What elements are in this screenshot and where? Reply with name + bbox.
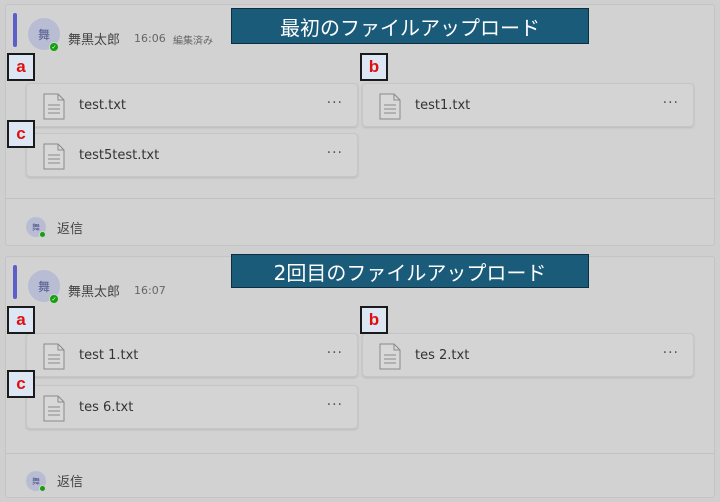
file-attachment[interactable]: test5test.txt ··· [26, 133, 358, 177]
file-icon [43, 93, 65, 120]
presence-available-icon: ✓ [49, 42, 59, 52]
file-attachment[interactable]: tes 6.txt ··· [26, 385, 358, 429]
annotation-marker-a: a [7, 306, 35, 334]
file-icon [379, 93, 401, 120]
file-name: test 1.txt [79, 348, 139, 363]
more-options-icon[interactable]: ··· [663, 95, 679, 111]
unread-accent-bar [13, 13, 17, 47]
more-options-icon[interactable]: ··· [327, 145, 343, 161]
annotation-banner-second-upload: 2回目のファイルアップロード [231, 254, 589, 288]
file-attachment[interactable]: tes 2.txt ··· [362, 333, 694, 377]
annotation-marker-b: b [360, 53, 388, 81]
timestamp: 16:06 [134, 32, 166, 45]
more-options-icon[interactable]: ··· [327, 397, 343, 413]
file-name: tes 2.txt [415, 348, 470, 363]
edited-label: 編集済み [173, 36, 213, 47]
file-attachment[interactable]: test1.txt ··· [362, 83, 694, 127]
reply-button[interactable]: 返信 [57, 218, 83, 237]
author-name[interactable]: 舞黒太郎 [68, 281, 120, 300]
author-name[interactable]: 舞黒太郎 [68, 29, 120, 48]
more-options-icon[interactable]: ··· [327, 95, 343, 111]
message-post: 舞 ✓ 舞黒太郎 16:07 test 1.txt ··· tes 2.txt … [5, 256, 715, 498]
presence-available-icon: ✓ [49, 294, 59, 304]
annotation-marker-c: c [7, 120, 35, 148]
reply-divider [6, 453, 714, 454]
more-options-icon[interactable]: ··· [663, 345, 679, 361]
file-attachment[interactable]: test.txt ··· [26, 83, 358, 127]
presence-available-icon [39, 231, 46, 238]
file-icon [43, 343, 65, 370]
annotation-marker-c: c [7, 370, 35, 398]
annotation-banner-first-upload: 最初のファイルアップロード [231, 8, 589, 44]
presence-available-icon [39, 485, 46, 492]
file-name: test.txt [79, 98, 126, 113]
unread-accent-bar [13, 265, 17, 299]
timestamp: 16:07 [134, 284, 166, 297]
more-options-icon[interactable]: ··· [327, 345, 343, 361]
annotation-marker-b: b [360, 306, 388, 334]
annotation-marker-a: a [7, 53, 35, 81]
file-name: test5test.txt [79, 148, 160, 163]
reply-button[interactable]: 返信 [57, 471, 83, 490]
file-name: test1.txt [415, 98, 471, 113]
file-icon [43, 143, 65, 170]
file-name: tes 6.txt [79, 400, 134, 415]
file-attachment[interactable]: test 1.txt ··· [26, 333, 358, 377]
reply-divider [6, 198, 714, 199]
file-icon [379, 343, 401, 370]
file-icon [43, 395, 65, 422]
